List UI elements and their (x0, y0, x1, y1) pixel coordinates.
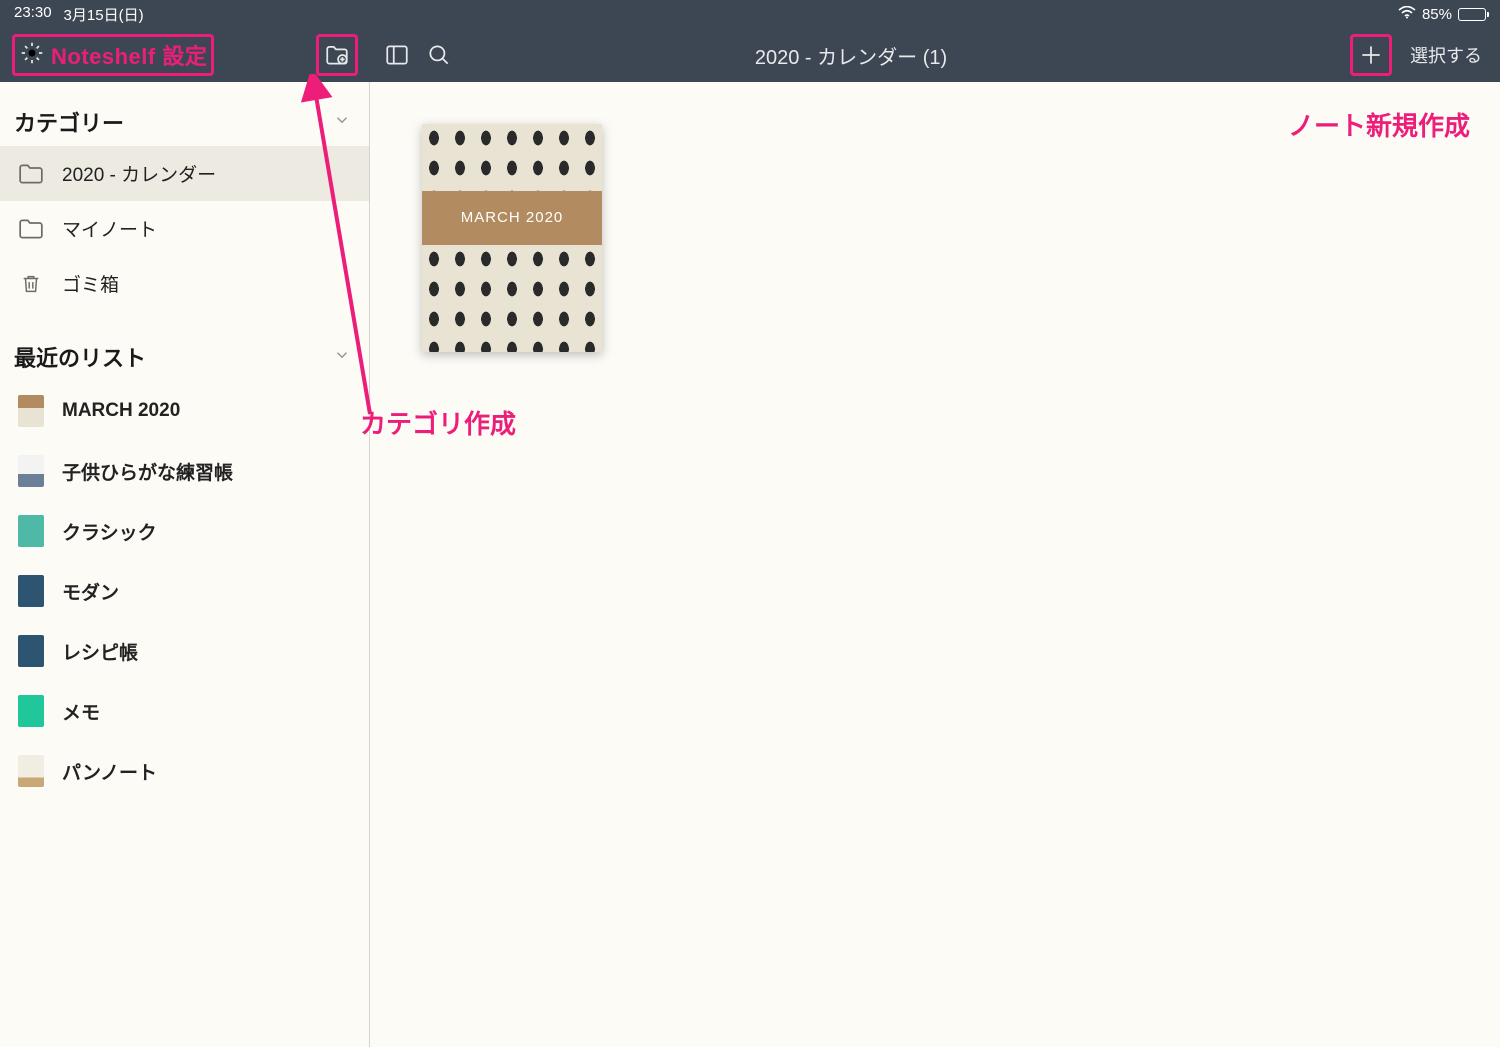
note-thumbnail (18, 755, 44, 787)
recent-item-label: メモ (62, 698, 100, 725)
recent-item-label: モダン (62, 578, 119, 605)
battery-percent: 85% (1422, 6, 1452, 23)
recent-header-label: 最近のリスト (14, 341, 146, 373)
note-cover-pattern (422, 124, 602, 191)
folder-icon (18, 218, 44, 240)
note-thumbnail (18, 635, 44, 667)
note-thumbnail (18, 575, 44, 607)
search-icon (426, 42, 452, 68)
status-date: 3月15日(日) (64, 4, 144, 25)
recent-item-label: クラシック (62, 518, 157, 545)
recent-item[interactable]: レシピ帳 (0, 621, 369, 681)
note-cover-pattern (422, 245, 602, 352)
annotation-create-category: カテゴリ作成 (360, 404, 516, 441)
status-bar: 23:30 3月15日(日) 85% (0, 0, 1500, 28)
settings-label: Noteshelf 設定 (51, 39, 207, 71)
note-cover-title: MARCH 2020 (422, 191, 602, 245)
sidebar-layout-icon (384, 42, 410, 68)
main-content: MARCH 2020 ノート新規作成 カテゴリ作成 (370, 82, 1500, 1047)
recent-item-label: 子供ひらがな練習帳 (62, 458, 233, 485)
sidebar-item-mynotes[interactable]: マイノート (0, 201, 369, 256)
note-thumbnail (18, 455, 44, 487)
sidebar-item-trash[interactable]: ゴミ箱 (0, 256, 369, 311)
battery-icon (1458, 8, 1486, 21)
note-thumbnail (18, 395, 44, 427)
new-note-button[interactable] (1350, 34, 1392, 76)
recent-item[interactable]: クラシック (0, 501, 369, 561)
categories-header[interactable]: カテゴリー (0, 98, 369, 146)
annotation-new-note: ノート新規作成 (1288, 106, 1470, 143)
recent-item[interactable]: MARCH 2020 (0, 381, 369, 441)
new-category-button[interactable] (316, 34, 358, 76)
wifi-icon (1398, 6, 1416, 23)
recent-item[interactable]: パンノート (0, 741, 369, 801)
note-card[interactable]: MARCH 2020 (422, 124, 602, 352)
recent-item[interactable]: 子供ひらがな練習帳 (0, 441, 369, 501)
settings-button[interactable]: Noteshelf 設定 (12, 34, 214, 76)
folder-plus-icon (324, 42, 350, 68)
note-thumbnail (18, 515, 44, 547)
note-thumbnail (18, 695, 44, 727)
toolbar: Noteshelf 設定 2020 - カレンダー (1) 選択する (0, 28, 1500, 82)
view-toggle-button[interactable] (376, 34, 418, 76)
search-button[interactable] (418, 34, 460, 76)
plus-icon (1358, 42, 1384, 68)
page-title: 2020 - カレンダー (1) (755, 41, 947, 70)
sidebar-item-label: 2020 - カレンダー (62, 160, 216, 187)
recent-item[interactable]: モダン (0, 561, 369, 621)
recent-item[interactable]: メモ (0, 681, 369, 741)
sidebar-item-label: ゴミ箱 (62, 270, 119, 297)
select-button[interactable]: 選択する (1410, 42, 1482, 68)
chevron-down-icon (333, 109, 351, 135)
folder-icon (18, 163, 44, 185)
status-time: 23:30 (14, 4, 52, 25)
recent-item-label: パンノート (62, 758, 157, 785)
recent-header[interactable]: 最近のリスト (0, 333, 369, 381)
sidebar-item-label: マイノート (62, 215, 157, 242)
gear-icon (19, 40, 45, 71)
sidebar-item-calendar[interactable]: 2020 - カレンダー (0, 146, 369, 201)
recent-item-label: レシピ帳 (62, 638, 138, 665)
trash-icon (18, 273, 44, 295)
chevron-down-icon (333, 344, 351, 370)
recent-item-label: MARCH 2020 (62, 400, 180, 422)
sidebar: カテゴリー 2020 - カレンダー マイノート ゴミ箱 最近のリスト MARC… (0, 82, 370, 1047)
categories-header-label: カテゴリー (14, 106, 124, 138)
